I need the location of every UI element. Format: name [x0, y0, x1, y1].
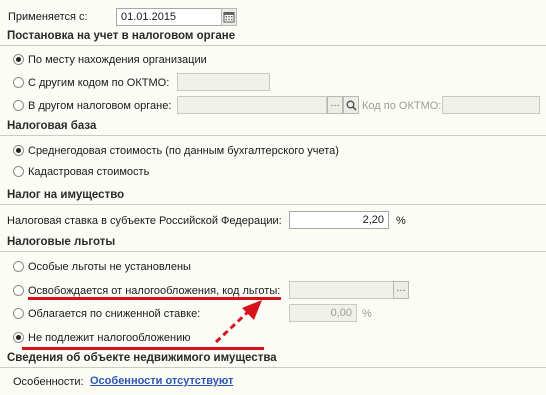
registration-section-title: Постановка на учет в налоговом органе [0, 28, 546, 46]
applies-from-label: Применяется с: [8, 11, 88, 23]
features-label: Особенности: [13, 376, 84, 388]
calendar-icon [223, 12, 235, 23]
reduced-rate-input[interactable]: 0,00 [289, 304, 357, 322]
oktmo-code-input[interactable] [442, 96, 540, 114]
tax-base-option-cadastral-label: Кадастровая стоимость [28, 166, 150, 178]
benefit-option-not-taxable-label: Не подлежит налогообложению [28, 332, 191, 344]
tax-base-radio-cadastral[interactable] [13, 166, 24, 177]
tax-base-section-title: Налоговая база [0, 118, 546, 136]
ellipsis-icon: … [330, 98, 340, 109]
calendar-button[interactable] [221, 8, 237, 26]
benefit-radio-reduced[interactable] [13, 308, 24, 319]
registration-option-other-office-label: В другом налоговом органе: [28, 100, 172, 112]
property-tax-section-title: Налог на имущество [0, 187, 546, 205]
search-icon [346, 100, 357, 111]
benefit-option-reduced-label: Облагается по сниженной ставке: [28, 308, 201, 320]
benefit-radio-none[interactable] [13, 261, 24, 272]
benefit-radio-exempt[interactable] [13, 285, 24, 296]
benefit-code-select-button[interactable]: … [393, 281, 409, 299]
ellipsis-icon: … [396, 283, 406, 294]
tax-office-search-button[interactable] [343, 96, 359, 114]
other-oktmo-input[interactable] [177, 73, 270, 91]
benefit-code-input[interactable] [289, 281, 394, 299]
tax-rate-label: Налоговая ставка в субъекте Российской Ф… [7, 215, 282, 227]
registration-radio-location[interactable] [13, 54, 24, 65]
registration-option-location-label: По месту нахождения организации [28, 54, 207, 66]
registration-radio-other-office[interactable] [13, 100, 24, 111]
benefit-option-none-label: Особые льготы не установлены [28, 261, 191, 273]
applies-from-date-input[interactable]: 01.01.2015 [116, 8, 222, 26]
registration-option-other-oktmo-label: С другим кодом по ОКТМО: [28, 77, 170, 89]
tax-rate-unit: % [396, 215, 406, 227]
benefits-section-title: Налоговые льготы [0, 234, 546, 252]
annotation-arrow [214, 300, 262, 344]
benefit-radio-not-taxable[interactable] [13, 332, 24, 343]
other-tax-office-input[interactable] [177, 96, 327, 114]
tax-office-select-button[interactable]: … [327, 96, 343, 114]
tax-rate-input[interactable]: 2,20 [289, 211, 389, 229]
reduced-rate-unit: % [362, 308, 372, 320]
tax-base-option-average-label: Среднегодовая стоимость (по данным бухга… [28, 145, 339, 157]
tax-base-radio-average[interactable] [13, 145, 24, 156]
realty-section-title: Сведения об объекте недвижимого имуществ… [0, 350, 546, 368]
features-link[interactable]: Особенности отсутствуют [90, 375, 233, 387]
oktmo-code-label: Код по ОКТМО: [362, 100, 442, 112]
registration-radio-other-oktmo[interactable] [13, 77, 24, 88]
